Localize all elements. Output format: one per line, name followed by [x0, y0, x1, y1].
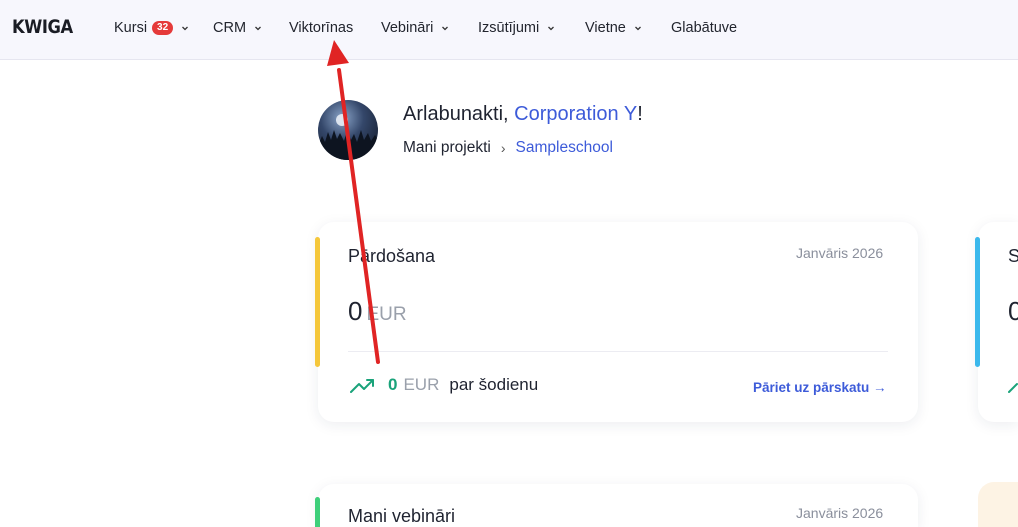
nav-item-crm[interactable]: CRM — [213, 18, 263, 38]
sales-today-currency: EUR — [403, 375, 440, 394]
breadcrumb-root[interactable]: Mani projekti — [403, 139, 491, 157]
sales-total-value: 0 — [348, 296, 363, 326]
sales-total: 0 EUR — [348, 296, 407, 327]
kwiga-logo[interactable]: KWIGA — [12, 16, 73, 38]
go-to-report-link[interactable]: Pāriet uz pārskatu → — [753, 380, 887, 395]
night-forest-avatar-image — [318, 100, 378, 160]
nav-item-label: CRM — [213, 20, 247, 36]
chevron-right-icon: › — [500, 140, 506, 156]
webinars-card-title: Mani vebināri — [348, 506, 456, 526]
nav-item-glabatuve[interactable]: Glabātuve — [671, 18, 737, 38]
promo-card-edge — [978, 482, 1018, 527]
sales-today-label: par šodienu — [449, 375, 539, 394]
nav-item-label: Kursi — [114, 20, 148, 36]
top-navigation-bar: KWIGA Kursi 32 CRM Viktorīnas Vebināri I… — [0, 0, 1018, 60]
sales-card-accent — [315, 237, 320, 367]
webinars-card-accent — [315, 497, 320, 527]
chevron-down-icon — [182, 26, 189, 31]
sales-card-title: Pārdošana — [348, 246, 436, 266]
trending-up-icon — [1008, 383, 1018, 393]
nav-item-vietne[interactable]: Vietne — [585, 18, 643, 38]
nav-item-label: Viktorīnas — [289, 20, 354, 36]
nav-item-kursi[interactable]: Kursi 32 — [114, 18, 190, 38]
company-name: Corporation Y — [514, 103, 638, 125]
nav-item-label: Izsūtījumi — [478, 20, 540, 36]
greeting-prefix: Arlabunakti, — [403, 103, 515, 125]
chevron-down-icon — [255, 26, 261, 31]
second-card-value: 0 — [1008, 296, 1018, 326]
trending-up-icon — [350, 379, 374, 393]
breadcrumb: Mani projekti › Sampleschool — [403, 139, 613, 157]
sales-total-currency: EUR — [366, 304, 407, 325]
nav-item-label: Glabātuve — [671, 20, 738, 36]
nav-item-viktorinas[interactable]: Viktorīnas — [289, 18, 353, 38]
sales-today-value: 0 — [388, 375, 398, 394]
sales-card-period: Janvāris 2026 — [796, 245, 884, 261]
greeting-suffix: ! — [637, 103, 643, 125]
sales-card-divider — [348, 351, 888, 352]
sales-today-row: 0 EUR par šodienu — [350, 375, 538, 395]
nav-item-label: Vebināri — [381, 20, 434, 36]
chevron-down-icon — [442, 26, 449, 31]
second-card-title: S — [1008, 246, 1018, 266]
greeting-heading: Arlabunakti, Corporation Y! — [403, 103, 643, 126]
breadcrumb-current-project[interactable]: Sampleschool — [516, 139, 613, 157]
chevron-down-icon — [548, 26, 555, 31]
nav-item-vebinari[interactable]: Vebināri — [381, 18, 450, 38]
webinars-card-period: Janvāris 2026 — [796, 505, 884, 521]
second-card-accent — [975, 237, 980, 367]
nav-item-izsutijumi[interactable]: Izsūtījumi — [478, 18, 556, 38]
chevron-down-icon — [634, 26, 641, 31]
nav-item-label: Vietne — [585, 20, 626, 36]
courses-count-badge: 32 — [152, 21, 174, 35]
project-avatar[interactable] — [318, 100, 378, 160]
